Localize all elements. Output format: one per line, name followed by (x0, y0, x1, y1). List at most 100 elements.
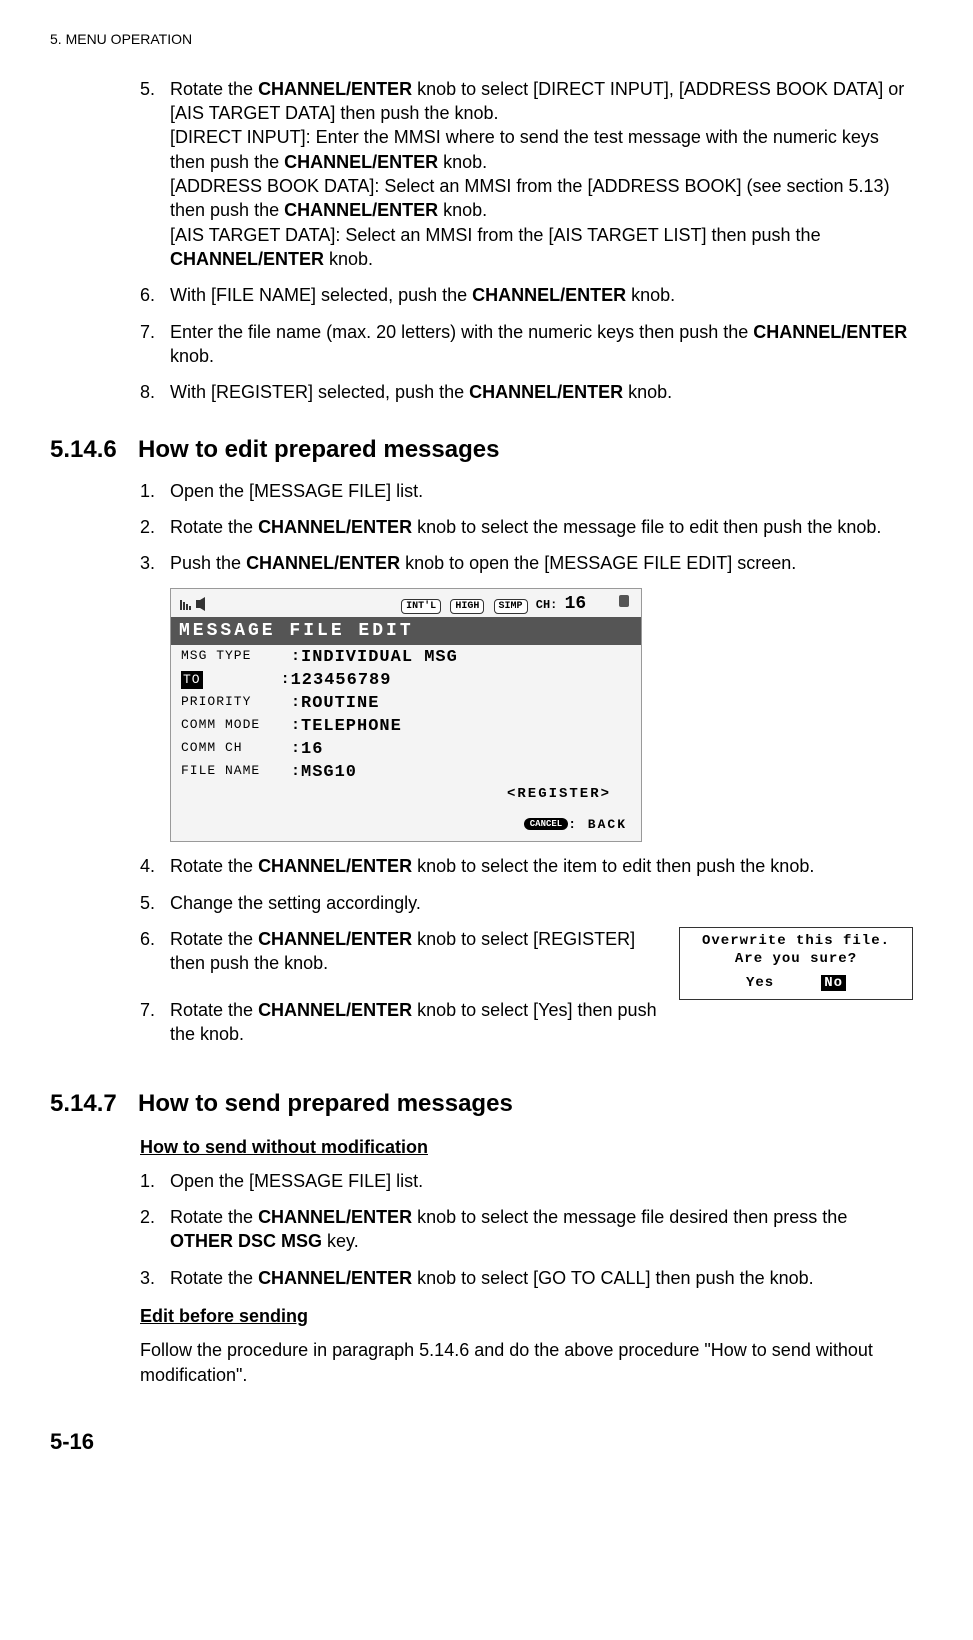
value: 16 (301, 739, 323, 762)
text: knob to select the message file desired … (412, 1207, 847, 1227)
text-bold: CHANNEL/ENTER (258, 1268, 412, 1288)
high-pill: HIGH (450, 599, 484, 615)
text: knob. (170, 346, 214, 366)
text-bold: CHANNEL/ENTER (469, 382, 623, 402)
step-number: 1. (140, 1169, 155, 1193)
section-heading-5-14-7: 5.14.7How to send prepared messages (50, 1088, 913, 1120)
text: [DIRECT INPUT]: Enter the MMSI where to … (170, 127, 879, 171)
text: Rotate the (170, 856, 258, 876)
text-bold: CHANNEL/ENTER (258, 929, 412, 949)
step-number: 5. (140, 891, 155, 915)
step-a7: 7. Enter the file name (max. 20 letters)… (140, 320, 913, 369)
text-bold: CHANNEL/ENTER (284, 152, 438, 172)
text: knob. (623, 382, 672, 402)
dialog-line2: Are you sure? (686, 950, 906, 968)
section-title: How to edit prepared messages (138, 436, 499, 463)
dialog-line1: Overwrite this file. (686, 932, 906, 950)
text: Rotate the (170, 517, 258, 537)
text: With [REGISTER] selected, push the (170, 382, 469, 402)
steps-block-c: 1.Open the [MESSAGE FILE] list. 2.Rotate… (50, 1169, 913, 1290)
antenna-icon (179, 597, 209, 611)
step-b6: Overwrite this file. Are you sure? Yes N… (140, 927, 913, 976)
step-number: 3. (140, 1266, 155, 1290)
label: TO (181, 670, 203, 693)
text: knob. (324, 249, 373, 269)
overwrite-dialog: Overwrite this file. Are you sure? Yes N… (679, 927, 913, 1000)
row-msg-type: MSG TYPE:INDIVIDUAL MSG (181, 647, 631, 670)
text: knob to select [GO TO CALL] then push th… (412, 1268, 814, 1288)
step-number: 5. (140, 77, 155, 101)
text: Rotate the (170, 79, 258, 99)
step-a5: 5. Rotate the CHANNEL/ENTER knob to sele… (140, 77, 913, 271)
step-number: 6. (140, 283, 155, 307)
step-c3: 3. Rotate the CHANNEL/ENTER knob to selec… (140, 1266, 913, 1290)
text-bold: CHANNEL/ENTER (258, 1000, 412, 1020)
page-header: 5. MENU OPERATION (50, 30, 913, 49)
step-number: 2. (140, 1205, 155, 1229)
steps-block-a: 5. Rotate the CHANNEL/ENTER knob to sele… (50, 77, 913, 405)
screen-footer: CANCEL: BACK (171, 810, 641, 842)
value: 123456789 (291, 670, 392, 693)
intl-pill: INT'L (401, 599, 441, 615)
text: Open the [MESSAGE FILE] list. (170, 481, 423, 501)
label: FILE NAME (181, 762, 291, 785)
step-a6: 6. With [FILE NAME] selected, push the C… (140, 283, 913, 307)
page-number: 5-16 (50, 1427, 913, 1457)
ch-value: 16 (565, 594, 587, 614)
step-b7: 7.Rotate the CHANNEL/ENTER knob to selec… (140, 998, 913, 1047)
subheading-send-without-mod: How to send without modification (140, 1135, 913, 1159)
cancel-badge: CANCEL (524, 818, 568, 830)
text: Rotate the (170, 1268, 258, 1288)
message-file-edit-screen: INT'L HIGH SIMP CH: 16 MESSAGE FILE EDIT… (170, 588, 642, 843)
text: knob to open the [MESSAGE FILE EDIT] scr… (400, 553, 796, 573)
value: MSG10 (301, 762, 357, 785)
subheading-edit-before-sending: Edit before sending (140, 1304, 913, 1328)
steps-block-b-1: 1. Open the [MESSAGE FILE] list. 2. Rotate… (50, 479, 913, 576)
text-bold: CHANNEL/ENTER (258, 856, 412, 876)
step-number: 4. (140, 854, 155, 878)
step-number: 2. (140, 515, 155, 539)
row-comm-mode: COMM MODE:TELEPHONE (181, 716, 631, 739)
register-action: <REGISTER> (181, 785, 631, 804)
section-title: How to send prepared messages (138, 1090, 513, 1117)
step-number: 8. (140, 380, 155, 404)
section-number: 5.14.6 (50, 434, 138, 466)
step-number: 7. (140, 998, 155, 1022)
label: COMM CH (181, 739, 291, 762)
step-number: 1. (140, 479, 155, 503)
text-bold: CHANNEL/ENTER (753, 322, 907, 342)
step-b3: 3. Push the CHANNEL/ENTER knob to open th… (140, 551, 913, 575)
signal-speaker-icons (179, 596, 209, 612)
text: knob. (626, 285, 675, 305)
simp-pill: SIMP (494, 599, 528, 615)
row-comm-ch: COMM CH:16 (181, 739, 631, 762)
label: PRIORITY (181, 693, 291, 716)
text: Enter the file name (max. 20 letters) wi… (170, 322, 753, 342)
text-bold: CHANNEL/ENTER (246, 553, 400, 573)
value: TELEPHONE (301, 716, 402, 739)
dialog-yes: Yes (746, 975, 774, 991)
section-heading-5-14-6: 5.14.6How to edit prepared messages (50, 434, 913, 466)
text: knob to select the message file to edit … (412, 517, 881, 537)
step-c2: 2.Rotate the CHANNEL/ENTER knob to selec… (140, 1205, 913, 1254)
row-to: TO:123456789 (181, 670, 631, 693)
text: Push the (170, 553, 246, 573)
step-a8: 8. With [REGISTER] selected, push the CH… (140, 380, 913, 404)
text: Rotate the (170, 929, 258, 949)
value: INDIVIDUAL MSG (301, 647, 458, 670)
step-number: 6. (140, 927, 155, 951)
paragraph: Follow the procedure in paragraph 5.14.6… (140, 1338, 913, 1387)
text-bold: CHANNEL/ENTER (258, 1207, 412, 1227)
text: Open the [MESSAGE FILE] list. (170, 1171, 423, 1191)
row-file-name: FILE NAME:MSG10 (181, 762, 631, 785)
step-number: 7. (140, 320, 155, 344)
text-bold: CHANNEL/ENTER (284, 200, 438, 220)
text: knob. (438, 200, 487, 220)
screen-body: MSG TYPE:INDIVIDUAL MSG TO:123456789 PRI… (171, 645, 641, 810)
step-b5: 5.Change the setting accordingly. (140, 891, 913, 915)
handset-icon (615, 594, 633, 608)
back-label: : BACK (568, 817, 627, 832)
value: ROUTINE (301, 693, 379, 716)
step-number: 3. (140, 551, 155, 575)
dialog-no: No (821, 975, 846, 991)
